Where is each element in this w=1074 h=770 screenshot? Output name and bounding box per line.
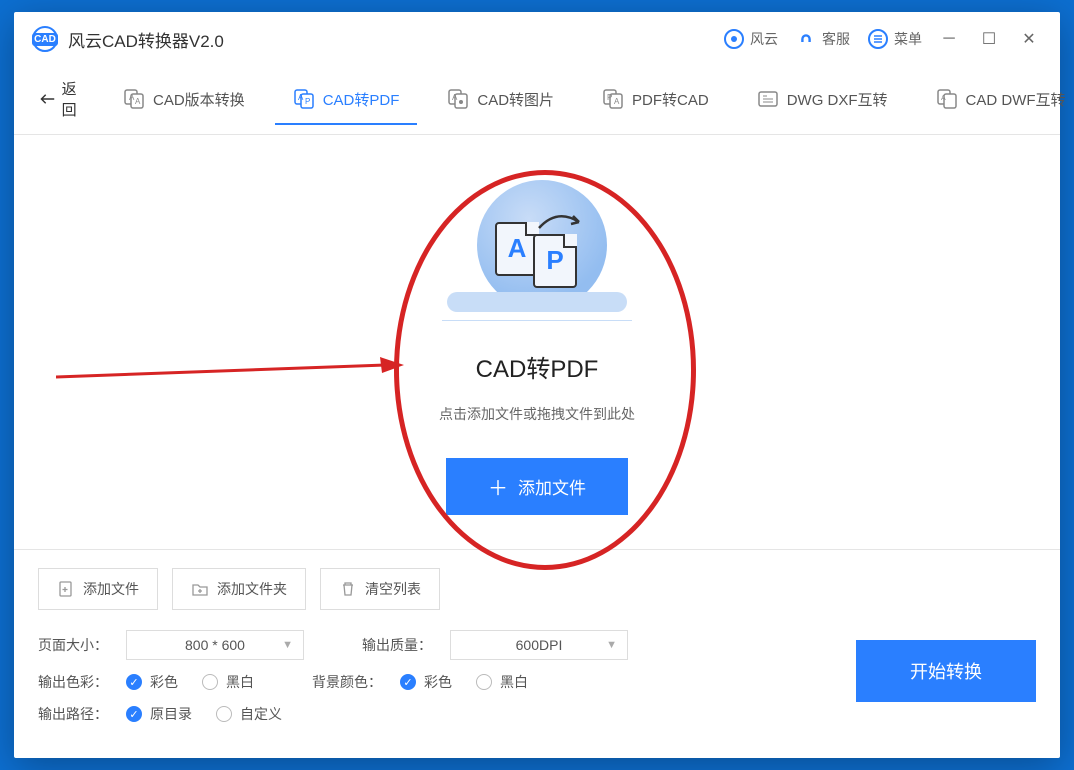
svg-text:P: P	[607, 93, 612, 102]
quality-label: 输出质量：	[362, 635, 436, 655]
svg-text:A: A	[135, 97, 141, 106]
path-label: 输出路径：	[38, 704, 112, 724]
svg-text:A: A	[941, 95, 946, 102]
bg-radio-color[interactable]: 彩色	[400, 672, 452, 692]
page-size-label: 页面大小：	[38, 635, 112, 655]
app-logo-icon: CAD	[32, 26, 58, 52]
svg-text:A: A	[614, 97, 620, 106]
folder-plus-icon	[191, 580, 209, 598]
plus-icon: ＋	[488, 472, 508, 501]
quality-select[interactable]: 600DPI▼	[450, 630, 628, 660]
tab-pdf-to-cad[interactable]: PA PDF转CAD	[584, 74, 727, 124]
maximize-button[interactable]: ☐	[976, 29, 1002, 49]
pdf-cad-icon: PA	[602, 88, 624, 110]
titlebar: CAD 风云CAD转换器V2.0 风云 客服 菜单 ─ ☐ ✕	[14, 12, 1060, 64]
svg-text:A: A	[298, 93, 304, 102]
tab-cad-version[interactable]: AA CAD版本转换	[105, 74, 263, 124]
add-file-panel-button[interactable]: 添加文件	[38, 568, 158, 610]
fengyun-button[interactable]: 风云	[724, 29, 778, 49]
chevron-down-icon: ▼	[606, 639, 617, 651]
app-title: 风云CAD转换器V2.0	[68, 27, 224, 52]
app-window: CAD 风云CAD转换器V2.0 风云 客服 菜单 ─ ☐ ✕ 返回 AA CA…	[14, 12, 1060, 758]
cad-pdf-icon: AP	[293, 88, 315, 110]
minimize-button[interactable]: ─	[936, 30, 962, 48]
doc-p-icon: P	[533, 234, 577, 288]
tab-dwg-dxf[interactable]: DWG DXF互转	[739, 74, 906, 124]
color-radio-color[interactable]: 彩色	[126, 672, 178, 692]
bottom-panel: 添加文件 添加文件夹 清空列表 页面大小： 800 * 600▼ 输出质量：	[14, 549, 1060, 758]
color-radio-bw[interactable]: 黑白	[202, 672, 254, 692]
add-file-button[interactable]: ＋ 添加文件	[446, 458, 628, 515]
target-icon	[724, 29, 744, 49]
drop-area[interactable]: A P CAD转PDF 点击添加文件或拖拽文件到此处 ＋ 添加文件	[14, 135, 1060, 549]
toolbar: 返回 AA CAD版本转换 AP CAD转PDF A CAD转图片 PA PDF…	[14, 64, 1060, 135]
hero-title: CAD转PDF	[476, 349, 599, 384]
path-radio-original[interactable]: 原目录	[126, 704, 192, 724]
svg-text:P: P	[305, 97, 310, 106]
page-size-select[interactable]: 800 * 600▼	[126, 630, 304, 660]
cad-version-icon: AA	[123, 88, 145, 110]
tab-cad-dwf[interactable]: A CAD DWF互转	[918, 74, 1074, 124]
trash-icon	[339, 580, 357, 598]
dwg-dxf-icon	[757, 88, 779, 110]
clear-list-button[interactable]: 清空列表	[320, 568, 440, 610]
hero-graphic: A P	[437, 170, 637, 320]
start-convert-button[interactable]: 开始转换	[856, 640, 1036, 702]
add-folder-button[interactable]: 添加文件夹	[172, 568, 306, 610]
arrow-left-icon	[40, 92, 56, 106]
bg-label: 背景颜色：	[312, 672, 386, 692]
convert-arrow-icon	[537, 212, 587, 236]
cad-dwf-icon: A	[936, 88, 958, 110]
chevron-down-icon: ▼	[282, 639, 293, 651]
tab-cad-to-pdf[interactable]: AP CAD转PDF	[275, 74, 418, 124]
path-radio-custom[interactable]: 自定义	[216, 704, 282, 724]
tab-cad-to-image[interactable]: A CAD转图片	[429, 74, 572, 124]
color-label: 输出色彩：	[38, 672, 112, 692]
close-button[interactable]: ✕	[1016, 29, 1042, 49]
hero: A P CAD转PDF 点击添加文件或拖拽文件到此处 ＋ 添加文件	[437, 170, 637, 515]
menu-icon	[868, 29, 888, 49]
headset-icon	[796, 29, 816, 49]
menu-button[interactable]: 菜单	[868, 29, 922, 49]
hero-subtitle: 点击添加文件或拖拽文件到此处	[439, 404, 635, 424]
svg-text:A: A	[452, 93, 458, 102]
bg-radio-bw[interactable]: 黑白	[476, 672, 528, 692]
cad-image-icon: A	[447, 88, 469, 110]
back-button[interactable]: 返回	[24, 64, 99, 134]
customer-service-button[interactable]: 客服	[796, 29, 850, 49]
file-plus-icon	[57, 580, 75, 598]
